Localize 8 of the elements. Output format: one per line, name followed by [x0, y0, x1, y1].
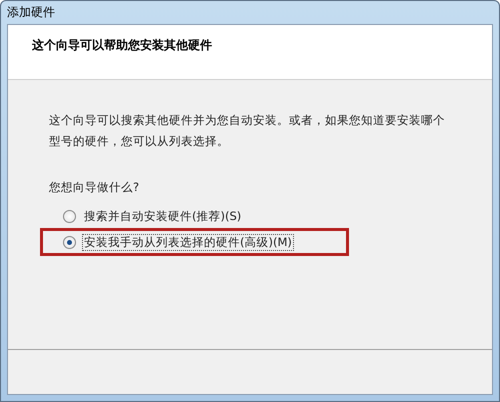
window-title: 添加硬件 [7, 4, 55, 21]
description-text: 这个向导可以搜索其他硬件并为您自动安装。或者，如果您知道要安装哪个型号的硬件，您可以从列表选择。 [49, 112, 446, 150]
option-label[interactable]: 安装我手动从列表选择的硬件(高级)(M) [82, 234, 294, 250]
option-label[interactable]: 搜索并自动安装硬件(推荐)(S) [82, 208, 244, 224]
radio-button[interactable] [63, 236, 76, 248]
wizard-heading: 这个向导可以帮助您安装其他硬件 [32, 38, 212, 52]
question-text: 您想向导做什么? [49, 180, 140, 195]
radio-button[interactable] [63, 210, 76, 222]
